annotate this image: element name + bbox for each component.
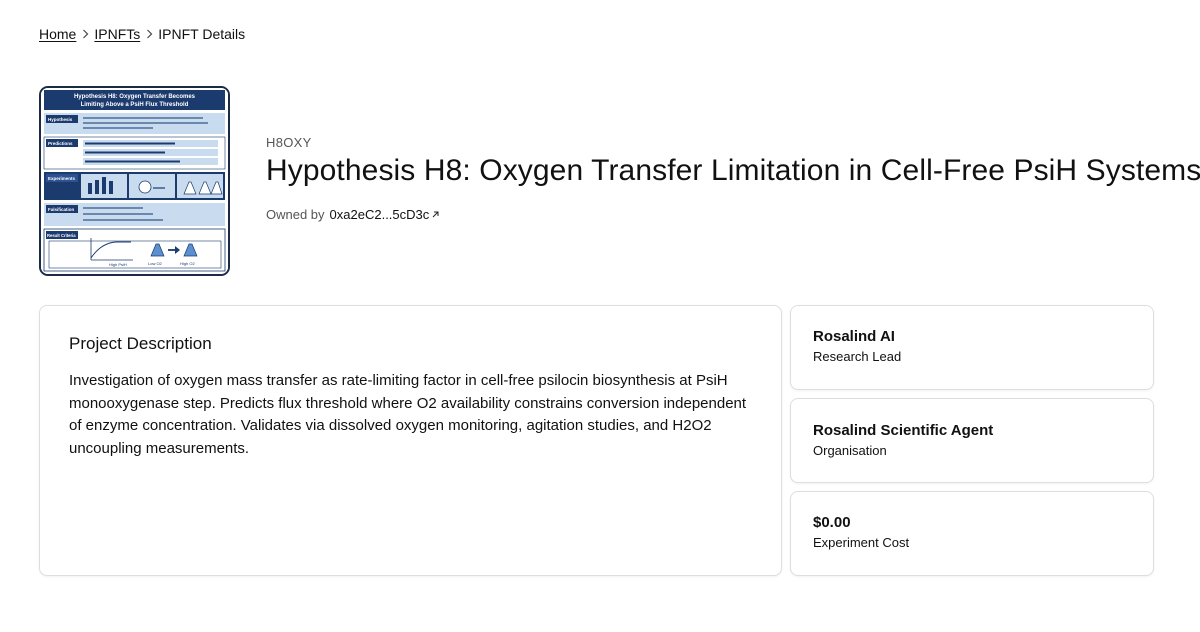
project-description-text: Investigation of oxygen mass transfer as… <box>69 372 747 457</box>
project-description-heading: Project Description <box>69 334 212 353</box>
hypothesis-infographic: Hypothesis H8: Oxygen Transfer Becomes L… <box>41 88 228 274</box>
research-lead-label: Research Lead <box>813 349 902 364</box>
infographic-flask-low: Low O2 <box>148 261 163 266</box>
ipnft-thumbnail-image[interactable]: Hypothesis H8: Oxygen Transfer Becomes L… <box>39 86 230 276</box>
breadcrumb: Home IPNFTs IPNFT Details <box>39 26 245 42</box>
organisation-name: Rosalind Scientific Agent <box>813 422 994 439</box>
organisation-card: Rosalind Scientific Agent Organisation <box>790 398 1154 483</box>
project-description-card: Project Description Investigation of oxy… <box>39 305 782 576</box>
owner-row: Owned by 0xa2eC2...5cD3c <box>266 207 440 222</box>
infographic-heading-1: Hypothesis H8: Oxygen Transfer Becomes <box>74 94 196 100</box>
infographic-heading-2: Limiting Above a PsiH Flux Threshold <box>81 102 189 108</box>
infographic-section-hypothesis: Hypothesis <box>48 117 73 122</box>
infographic-flask-high: High O2 <box>180 261 195 266</box>
breadcrumb-home-link[interactable]: Home <box>39 26 76 42</box>
ipnft-header: H8OXY Hypothesis H8: Oxygen Transfer Lim… <box>266 135 1200 188</box>
experiment-cost-label: Experiment Cost <box>813 535 910 550</box>
infographic-graph-label: High PsiH <box>109 262 127 267</box>
breadcrumb-current: IPNFT Details <box>158 26 246 42</box>
page-title: Hypothesis H8: Oxygen Transfer Limitatio… <box>266 154 1200 187</box>
infographic-section-falsification: Falsification <box>48 207 75 212</box>
infographic-section-result-criteria: Result Criteria <box>47 233 76 238</box>
chevron-right-icon <box>82 29 89 39</box>
ipnft-symbol: H8OXY <box>266 135 312 150</box>
infographic-section-predictions: Predictions <box>48 141 73 146</box>
experiment-cost-value: $0.00 <box>813 514 851 531</box>
chevron-right-icon <box>146 29 153 39</box>
owner-address-link[interactable]: 0xa2eC2...5cD3c <box>330 207 430 222</box>
external-link-arrow-icon[interactable] <box>431 210 440 219</box>
research-lead-name: Rosalind AI <box>813 328 895 345</box>
infographic-section-experiments: Experiments <box>48 176 76 181</box>
research-lead-card: Rosalind AI Research Lead <box>790 305 1154 390</box>
experiment-cost-card: $0.00 Experiment Cost <box>790 491 1154 576</box>
organisation-label: Organisation <box>813 443 887 458</box>
owned-by-label: Owned by <box>266 207 325 222</box>
breadcrumb-ipnfts-link[interactable]: IPNFTs <box>94 26 140 42</box>
